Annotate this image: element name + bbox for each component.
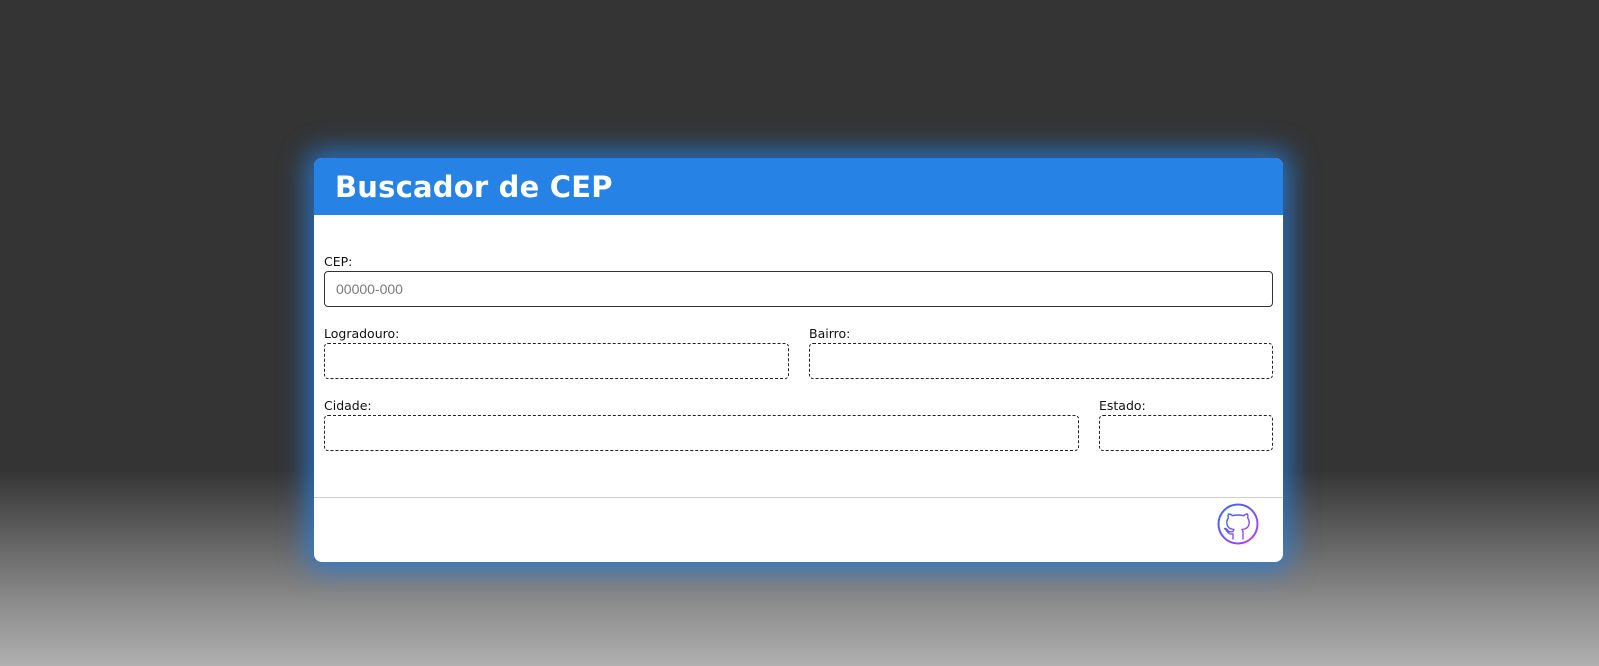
card-footer	[314, 497, 1283, 562]
cep-field-group: CEP:	[324, 255, 1273, 307]
logradouro-field-group: Logradouro:	[324, 327, 789, 379]
cep-label: CEP:	[324, 254, 353, 269]
address-form: CEP: Logradouro: Bairro: Cidade: Estado:	[314, 215, 1283, 497]
github-link[interactable]	[1217, 503, 1259, 545]
estado-field-group: Estado:	[1099, 399, 1273, 451]
bairro-field-group: Bairro:	[809, 327, 1273, 379]
cep-finder-card: Buscador de CEP CEP: Logradouro: Bairro:…	[314, 158, 1283, 562]
cidade-input[interactable]	[324, 415, 1079, 451]
card-header: Buscador de CEP	[314, 158, 1283, 215]
logradouro-input[interactable]	[324, 343, 789, 379]
logradouro-label: Logradouro:	[324, 326, 400, 341]
page-title: Buscador de CEP	[335, 169, 613, 204]
bairro-input[interactable]	[809, 343, 1273, 379]
estado-label: Estado:	[1099, 398, 1146, 413]
cidade-label: Cidade:	[324, 398, 372, 413]
bairro-label: Bairro:	[809, 326, 851, 341]
cidade-field-group: Cidade:	[324, 399, 1079, 451]
github-icon	[1217, 503, 1259, 545]
estado-input[interactable]	[1099, 415, 1273, 451]
cep-input[interactable]	[324, 271, 1273, 307]
